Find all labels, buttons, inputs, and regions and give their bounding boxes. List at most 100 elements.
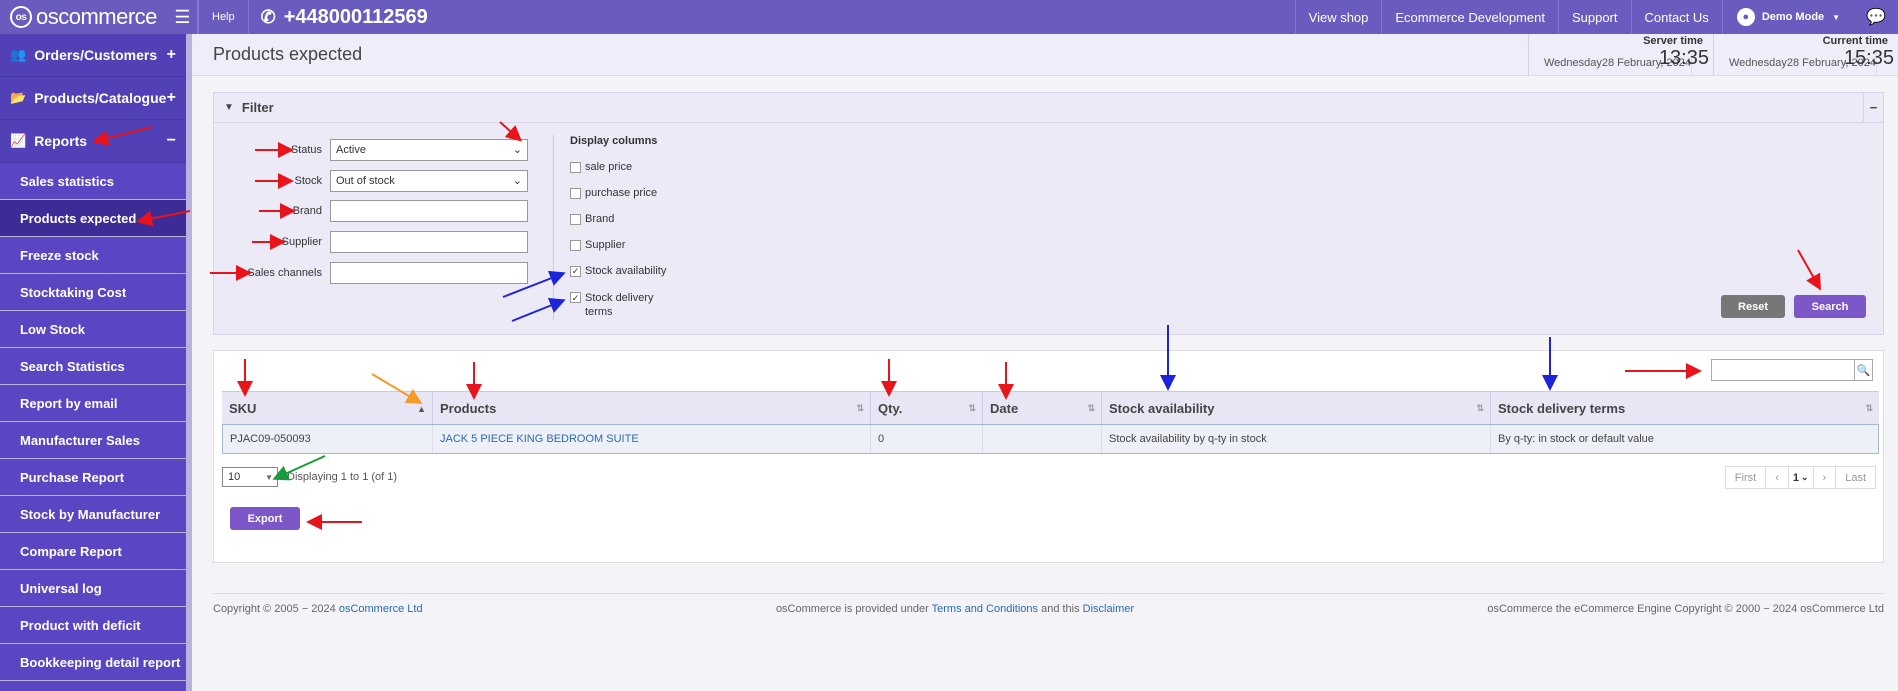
column-toggle-stock-availability[interactable]: ✓ Stock availability: [570, 265, 666, 277]
sidebar-group-orders-customers[interactable]: 👥 Orders/Customers +: [0, 34, 186, 77]
pagination: First ‹ 1 ⌄ › Last: [1724, 466, 1876, 489]
footer-license: osCommerce is provided under Terms and C…: [775, 602, 1135, 615]
checkbox[interactable]: ✓: [570, 292, 581, 303]
logo[interactable]: os oscommerce: [0, 0, 168, 34]
checkbox[interactable]: [570, 214, 581, 225]
sort-icon: ⇅: [1476, 403, 1484, 413]
phone-text: +448000112569: [283, 5, 428, 28]
page-size-select[interactable]: 10 ▼: [222, 467, 278, 487]
chevron-down-icon: ⌄: [512, 175, 522, 187]
filter-header[interactable]: ▼ Filter −: [214, 93, 1883, 123]
footer-engine-copyright: osCommerce the eCommerce Engine Copyrigh…: [1487, 602, 1884, 615]
server-time: Server time Wednesday 28 February, 2024 1…: [1528, 34, 1713, 77]
checkbox[interactable]: ✓: [570, 266, 581, 277]
time-panel: Server time Wednesday 28 February, 2024 1…: [1528, 34, 1898, 77]
page-select[interactable]: 1 ⌄: [1788, 467, 1814, 488]
column-toggle-brand[interactable]: Brand: [570, 213, 614, 225]
collapse-icon[interactable]: −: [167, 132, 176, 150]
sidebar-group-label: Reports: [34, 133, 88, 149]
chevron-down-icon: ⌄: [1800, 472, 1809, 482]
menu-toggle-icon[interactable]: ☰: [168, 0, 198, 34]
user-menu[interactable]: ● Demo Mode ▼: [1721, 0, 1854, 34]
supplier-row: Supplier: [214, 231, 528, 253]
column-header-sku[interactable]: SKU ▲: [222, 392, 433, 425]
column-header-stock-delivery-terms[interactable]: Stock delivery terms ⇅: [1491, 392, 1879, 425]
sidebar-item-report-by-email[interactable]: Report by email: [0, 385, 186, 422]
sidebar-item-search-statistics[interactable]: Search Statistics: [0, 348, 186, 385]
next-page-icon[interactable]: ›: [1814, 467, 1837, 488]
phone-number[interactable]: ✆ +448000112569: [247, 0, 428, 34]
checkbox[interactable]: [570, 162, 581, 173]
disclaimer-link[interactable]: Disclaimer: [1083, 603, 1134, 615]
checkbox[interactable]: [570, 240, 581, 251]
oscommerce-ltd-link[interactable]: osCommerce Ltd: [339, 603, 423, 615]
column-header-date[interactable]: Date ⇅: [983, 392, 1102, 425]
reset-button[interactable]: Reset: [1721, 295, 1785, 318]
column-toggle-sale-price[interactable]: sale price: [570, 161, 632, 173]
sidebar-item-universal-log[interactable]: Universal log: [0, 570, 186, 607]
view-shop-link[interactable]: View shop: [1294, 0, 1382, 34]
contact-us-link[interactable]: Contact Us: [1630, 0, 1722, 34]
cell-stock-delivery-terms: By q-ty: in stock or default value: [1498, 433, 1654, 445]
collapse-filter-button[interactable]: −: [1863, 93, 1883, 122]
sort-icon: ⇅: [968, 403, 976, 413]
table-search: 🔍: [1711, 359, 1873, 381]
expand-icon[interactable]: +: [167, 46, 176, 64]
user-avatar-icon: ●: [1736, 8, 1755, 26]
help-link[interactable]: Help: [198, 0, 248, 34]
prev-page-icon[interactable]: ‹: [1766, 467, 1789, 488]
sidebar-item-freeze-stock[interactable]: Freeze stock: [0, 237, 186, 274]
sidebar-group-label: Products/Catalogue: [34, 90, 167, 106]
supplier-input[interactable]: [330, 231, 528, 253]
sidebar-item-sales-statistics[interactable]: Sales statistics: [0, 163, 186, 200]
column-toggle-purchase-price[interactable]: purchase price: [570, 187, 657, 199]
sidebar: 👥 Orders/Customers + 📂 Products/Catalogu…: [0, 34, 192, 691]
current-time: Current time Wednesday 28 February, 2024 …: [1713, 34, 1898, 77]
users-icon: 👥: [10, 47, 27, 62]
first-page-button[interactable]: First: [1726, 467, 1767, 488]
status-row: Status Active ⌄: [214, 139, 528, 161]
sales-channels-row: Sales channels: [214, 262, 528, 284]
export-button[interactable]: Export: [230, 507, 300, 530]
stock-select[interactable]: Out of stock ⌄: [330, 170, 528, 192]
chat-icon[interactable]: 💬: [1854, 0, 1898, 34]
product-link[interactable]: JACK 5 PIECE KING BEDROOM SUITE: [440, 433, 639, 445]
sidebar-item-product-with-deficit[interactable]: Product with deficit: [0, 607, 186, 644]
column-toggle-stock-delivery-terms[interactable]: ✓ Stock delivery terms: [570, 291, 664, 319]
column-header-products[interactable]: Products ⇅: [433, 392, 871, 425]
sidebar-group-reports[interactable]: 📈 Reports −: [0, 120, 186, 163]
checkbox[interactable]: [570, 188, 581, 199]
filter-panel: ▼ Filter − Status Active ⌄ Stock Out of s…: [213, 92, 1884, 335]
sidebar-group-products-catalogue[interactable]: 📂 Products/Catalogue +: [0, 77, 186, 120]
sales-channels-input[interactable]: [330, 262, 528, 284]
column-header-stock-availability[interactable]: Stock availability ⇅: [1102, 392, 1491, 425]
terms-link[interactable]: Terms and Conditions: [932, 603, 1038, 615]
last-page-button[interactable]: Last: [1836, 467, 1875, 488]
support-link[interactable]: Support: [1557, 0, 1631, 34]
table-row[interactable]: PJAC09-050093 JACK 5 PIECE KING BEDROOM …: [222, 424, 1879, 454]
sidebar-item-manufacturer-sales[interactable]: Manufacturer Sales: [0, 422, 186, 459]
table-search-input[interactable]: [1711, 359, 1855, 381]
sidebar-item-purchase-report[interactable]: Purchase Report: [0, 459, 186, 496]
logo-text: oscommerce: [36, 4, 157, 29]
column-toggle-supplier[interactable]: Supplier: [570, 239, 625, 251]
sidebar-item-stock-by-manufacturer[interactable]: Stock by Manufacturer: [0, 496, 186, 533]
expand-icon[interactable]: +: [167, 89, 176, 107]
sidebar-item-products-expected[interactable]: Products expected: [0, 200, 186, 237]
sidebar-item-stocktaking-cost[interactable]: Stocktaking Cost: [0, 274, 186, 311]
stock-row: Stock Out of stock ⌄: [214, 170, 528, 192]
column-header-qty[interactable]: Qty. ⇅: [871, 392, 983, 425]
brand-input[interactable]: [330, 200, 528, 222]
sidebar-item-bookkeeping-detail-report[interactable]: Bookkeeping detail report: [0, 644, 186, 681]
display-columns-title: Display columns: [570, 135, 658, 147]
logo-icon: os: [10, 6, 32, 28]
status-select[interactable]: Active ⌄: [330, 139, 528, 161]
chevron-down-icon: ▼: [1832, 12, 1841, 22]
sort-icon: ⇅: [1865, 403, 1873, 413]
search-button[interactable]: Search: [1794, 295, 1866, 318]
search-icon[interactable]: 🔍: [1855, 359, 1873, 381]
filter-divider: [553, 135, 554, 320]
sidebar-item-compare-report[interactable]: Compare Report: [0, 533, 186, 570]
sidebar-item-low-stock[interactable]: Low Stock: [0, 311, 186, 348]
ecommerce-development-link[interactable]: Ecommerce Development: [1381, 0, 1558, 34]
